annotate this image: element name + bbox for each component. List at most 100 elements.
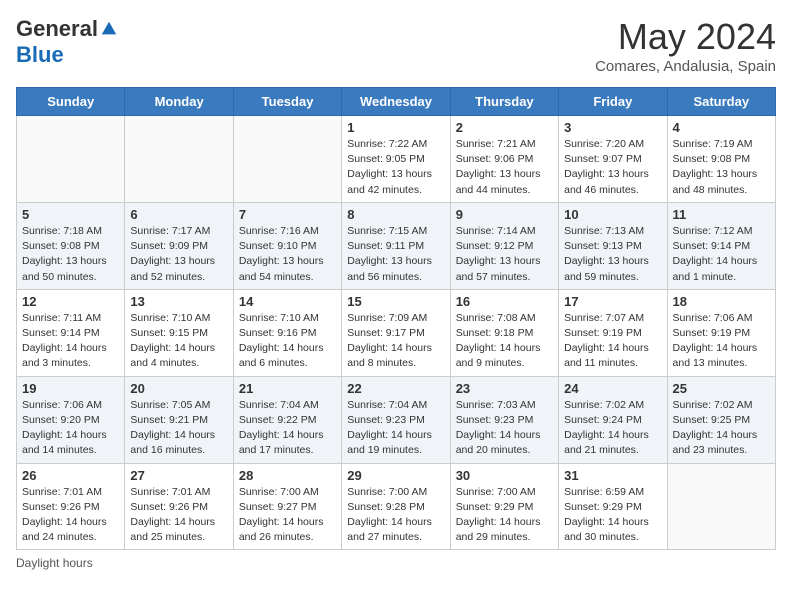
- day-number: 12: [22, 294, 119, 309]
- calendar-day-cell: 6 Sunrise: 7:17 AM Sunset: 9:09 PM Daylig…: [125, 202, 233, 289]
- day-info: Sunrise: 7:18 AM Sunset: 9:08 PM Dayligh…: [22, 224, 119, 285]
- day-number: 29: [347, 468, 444, 483]
- day-number: 18: [673, 294, 770, 309]
- calendar-week-row: 19Sunrise: 7:06 AM Sunset: 9:20 PM Dayli…: [17, 376, 776, 463]
- calendar-day-cell: 12 Sunrise: 7:11 AM Sunset: 9:14 PM Dayli…: [17, 289, 125, 376]
- calendar-day-cell: 22 Sunrise: 7:04 AM Sunset: 9:23 PM Dayli…: [342, 376, 450, 463]
- calendar-day-cell: 24 Sunrise: 7:02 AM Sunset: 9:24 PM Dayli…: [559, 376, 667, 463]
- day-number: 1: [347, 120, 444, 135]
- logo-general-text: General: [16, 16, 98, 42]
- day-number: 9: [456, 207, 553, 222]
- day-info: Sunrise: 7:10 AM Sunset: 9:15 PM Dayligh…: [130, 311, 227, 372]
- day-number: 7: [239, 207, 336, 222]
- calendar-day-cell: 23Sunrise: 7:03 AM Sunset: 9:23 PM Dayli…: [450, 376, 558, 463]
- day-number: 21: [239, 381, 336, 396]
- calendar-table: SundayMondayTuesdayWednesdayThursdayFrid…: [16, 87, 776, 550]
- footer-note: Daylight hours: [16, 556, 776, 570]
- day-info: Sunrise: 7:12 AM Sunset: 9:14 PM Dayligh…: [673, 224, 770, 285]
- day-number: 28: [239, 468, 336, 483]
- calendar-day-header: Saturday: [667, 88, 775, 116]
- calendar-day-header: Tuesday: [233, 88, 341, 116]
- calendar-day-cell: 4 Sunrise: 7:19 AM Sunset: 9:08 PM Daylig…: [667, 116, 775, 203]
- calendar-day-header: Monday: [125, 88, 233, 116]
- calendar-day-cell: 15 Sunrise: 7:09 AM Sunset: 9:17 PM Dayli…: [342, 289, 450, 376]
- day-number: 4: [673, 120, 770, 135]
- page-header: General Blue May 2024 Comares, Andalusia…: [16, 16, 776, 75]
- logo-blue-text: Blue: [16, 42, 64, 68]
- calendar-day-cell: 27Sunrise: 7:01 AM Sunset: 9:26 PM Dayli…: [125, 463, 233, 550]
- day-info: Sunrise: 7:10 AM Sunset: 9:16 PM Dayligh…: [239, 311, 336, 372]
- calendar-day-cell: 5 Sunrise: 7:18 AM Sunset: 9:08 PM Daylig…: [17, 202, 125, 289]
- day-info: Sunrise: 7:05 AM Sunset: 9:21 PM Dayligh…: [130, 398, 227, 459]
- day-info: Sunrise: 7:16 AM Sunset: 9:10 PM Dayligh…: [239, 224, 336, 285]
- day-info: Sunrise: 7:11 AM Sunset: 9:14 PM Dayligh…: [22, 311, 119, 372]
- calendar-day-cell: 29 Sunrise: 7:00 AM Sunset: 9:28 PM Dayli…: [342, 463, 450, 550]
- calendar-day-cell: 28 Sunrise: 7:00 AM Sunset: 9:27 PM Dayli…: [233, 463, 341, 550]
- calendar-day-cell: 7 Sunrise: 7:16 AM Sunset: 9:10 PM Daylig…: [233, 202, 341, 289]
- calendar-day-cell: 25Sunrise: 7:02 AM Sunset: 9:25 PM Dayli…: [667, 376, 775, 463]
- day-info: Sunrise: 7:19 AM Sunset: 9:08 PM Dayligh…: [673, 137, 770, 198]
- day-info: Sunrise: 7:17 AM Sunset: 9:09 PM Dayligh…: [130, 224, 227, 285]
- calendar-day-cell: 3 Sunrise: 7:20 AM Sunset: 9:07 PM Daylig…: [559, 116, 667, 203]
- day-info: Sunrise: 6:59 AM Sunset: 9:29 PM Dayligh…: [564, 485, 661, 546]
- day-info: Sunrise: 7:00 AM Sunset: 9:27 PM Dayligh…: [239, 485, 336, 546]
- day-number: 27: [130, 468, 227, 483]
- day-number: 26: [22, 468, 119, 483]
- day-info: Sunrise: 7:09 AM Sunset: 9:17 PM Dayligh…: [347, 311, 444, 372]
- calendar-day-cell: 1 Sunrise: 7:22 AM Sunset: 9:05 PM Daylig…: [342, 116, 450, 203]
- calendar-day-cell: 18 Sunrise: 7:06 AM Sunset: 9:19 PM Dayli…: [667, 289, 775, 376]
- calendar-day-cell: 9 Sunrise: 7:14 AM Sunset: 9:12 PM Daylig…: [450, 202, 558, 289]
- calendar-day-header: Friday: [559, 88, 667, 116]
- calendar-week-row: 1 Sunrise: 7:22 AM Sunset: 9:05 PM Daylig…: [17, 116, 776, 203]
- calendar-day-cell: [125, 116, 233, 203]
- calendar-day-cell: [667, 463, 775, 550]
- day-info: Sunrise: 7:01 AM Sunset: 9:26 PM Dayligh…: [22, 485, 119, 546]
- day-info: Sunrise: 7:08 AM Sunset: 9:18 PM Dayligh…: [456, 311, 553, 372]
- calendar-day-cell: 10Sunrise: 7:13 AM Sunset: 9:13 PM Dayli…: [559, 202, 667, 289]
- day-number: 24: [564, 381, 661, 396]
- calendar-header-row: SundayMondayTuesdayWednesdayThursdayFrid…: [17, 88, 776, 116]
- day-info: Sunrise: 7:04 AM Sunset: 9:22 PM Dayligh…: [239, 398, 336, 459]
- day-number: 15: [347, 294, 444, 309]
- day-info: Sunrise: 7:07 AM Sunset: 9:19 PM Dayligh…: [564, 311, 661, 372]
- calendar-day-cell: 21 Sunrise: 7:04 AM Sunset: 9:22 PM Dayli…: [233, 376, 341, 463]
- calendar-day-cell: 13 Sunrise: 7:10 AM Sunset: 9:15 PM Dayli…: [125, 289, 233, 376]
- day-info: Sunrise: 7:13 AM Sunset: 9:13 PM Dayligh…: [564, 224, 661, 285]
- calendar-day-header: Sunday: [17, 88, 125, 116]
- location-subtitle: Comares, Andalusia, Spain: [595, 58, 776, 75]
- day-number: 6: [130, 207, 227, 222]
- day-number: 20: [130, 381, 227, 396]
- day-info: Sunrise: 7:14 AM Sunset: 9:12 PM Dayligh…: [456, 224, 553, 285]
- day-number: 14: [239, 294, 336, 309]
- day-info: Sunrise: 7:22 AM Sunset: 9:05 PM Dayligh…: [347, 137, 444, 198]
- calendar-day-cell: 30Sunrise: 7:00 AM Sunset: 9:29 PM Dayli…: [450, 463, 558, 550]
- calendar-week-row: 12 Sunrise: 7:11 AM Sunset: 9:14 PM Dayli…: [17, 289, 776, 376]
- day-number: 8: [347, 207, 444, 222]
- month-year-title: May 2024: [595, 16, 776, 58]
- logo: General Blue: [16, 16, 118, 68]
- calendar-day-cell: 26 Sunrise: 7:01 AM Sunset: 9:26 PM Dayli…: [17, 463, 125, 550]
- day-number: 25: [673, 381, 770, 396]
- calendar-day-cell: 8Sunrise: 7:15 AM Sunset: 9:11 PM Daylig…: [342, 202, 450, 289]
- day-info: Sunrise: 7:21 AM Sunset: 9:06 PM Dayligh…: [456, 137, 553, 198]
- day-number: 5: [22, 207, 119, 222]
- calendar-day-header: Wednesday: [342, 88, 450, 116]
- calendar-day-cell: [17, 116, 125, 203]
- calendar-day-cell: 31Sunrise: 6:59 AM Sunset: 9:29 PM Dayli…: [559, 463, 667, 550]
- day-info: Sunrise: 7:00 AM Sunset: 9:29 PM Dayligh…: [456, 485, 553, 546]
- day-info: Sunrise: 7:00 AM Sunset: 9:28 PM Dayligh…: [347, 485, 444, 546]
- calendar-day-cell: 16Sunrise: 7:08 AM Sunset: 9:18 PM Dayli…: [450, 289, 558, 376]
- day-info: Sunrise: 7:06 AM Sunset: 9:19 PM Dayligh…: [673, 311, 770, 372]
- day-number: 3: [564, 120, 661, 135]
- day-number: 17: [564, 294, 661, 309]
- calendar-week-row: 5 Sunrise: 7:18 AM Sunset: 9:08 PM Daylig…: [17, 202, 776, 289]
- day-info: Sunrise: 7:02 AM Sunset: 9:24 PM Dayligh…: [564, 398, 661, 459]
- calendar-day-cell: 2 Sunrise: 7:21 AM Sunset: 9:06 PM Daylig…: [450, 116, 558, 203]
- calendar-day-cell: [233, 116, 341, 203]
- day-number: 22: [347, 381, 444, 396]
- day-number: 13: [130, 294, 227, 309]
- day-info: Sunrise: 7:20 AM Sunset: 9:07 PM Dayligh…: [564, 137, 661, 198]
- daylight-label: Daylight hours: [16, 556, 93, 570]
- day-number: 2: [456, 120, 553, 135]
- day-info: Sunrise: 7:04 AM Sunset: 9:23 PM Dayligh…: [347, 398, 444, 459]
